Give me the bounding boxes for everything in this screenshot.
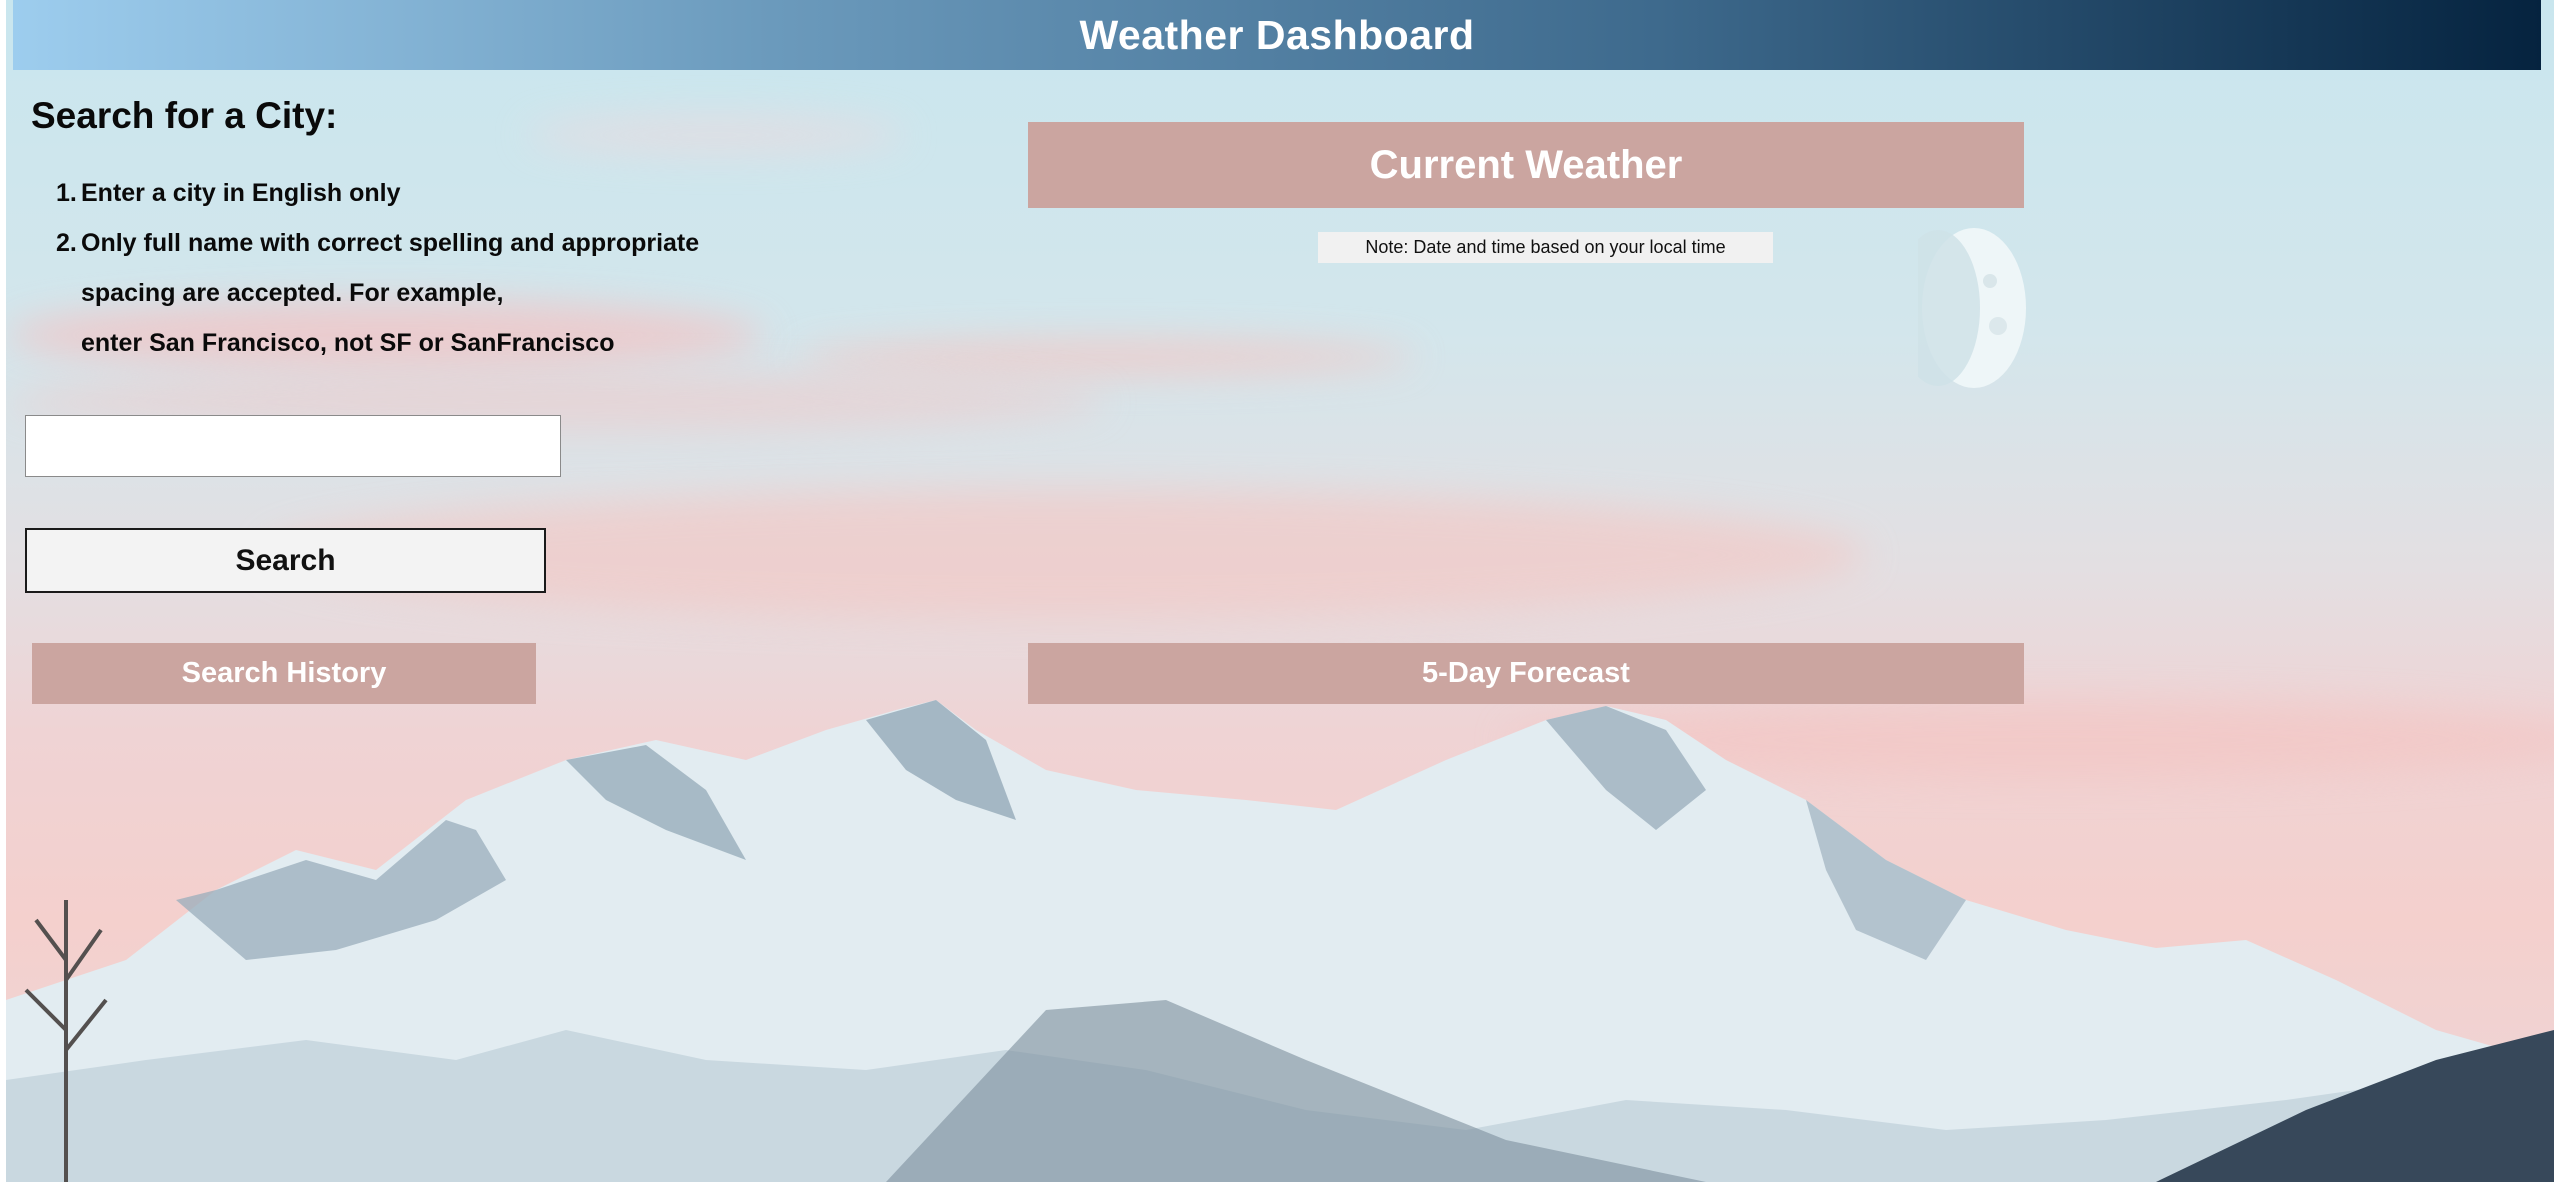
local-time-note: Note: Date and time based on your local …: [1318, 232, 1773, 263]
search-history-panel: Search History: [32, 643, 536, 704]
instruction-item: 2. Only full name with correct spelling …: [56, 218, 721, 268]
instruction-continuation: spacing are accepted. For example,: [81, 279, 504, 307]
search-heading: Search for a City:: [31, 95, 338, 136]
instruction-text: Enter a city in English only: [81, 179, 401, 207]
instruction-text: Only full name with correct spelling and…: [81, 229, 700, 257]
current-weather-title: Current Weather: [1369, 142, 1683, 187]
local-time-note-text: Note: Date and time based on your local …: [1365, 237, 1726, 257]
instruction-number: 1.: [56, 179, 77, 207]
search-button[interactable]: Search: [25, 528, 546, 593]
search-history-title: Search History: [181, 657, 387, 689]
page-title: Weather Dashboard: [1079, 11, 1475, 58]
current-weather-panel: Current Weather: [1028, 122, 2024, 208]
moon-image: [1918, 228, 2026, 388]
app-header: Weather Dashboard: [13, 0, 2541, 70]
instruction-item: 1. Enter a city in English only: [56, 168, 721, 218]
five-day-forecast-title: 5-Day Forecast: [1422, 657, 1630, 689]
five-day-forecast-panel: 5-Day Forecast: [1028, 643, 2024, 704]
instruction-continuation: enter San Francisco, not SF or SanFranci…: [81, 329, 615, 357]
instruction-number: 2.: [56, 229, 77, 257]
city-search-input[interactable]: [25, 415, 561, 477]
search-instructions: 1. Enter a city in English only 2. Only …: [56, 168, 721, 368]
